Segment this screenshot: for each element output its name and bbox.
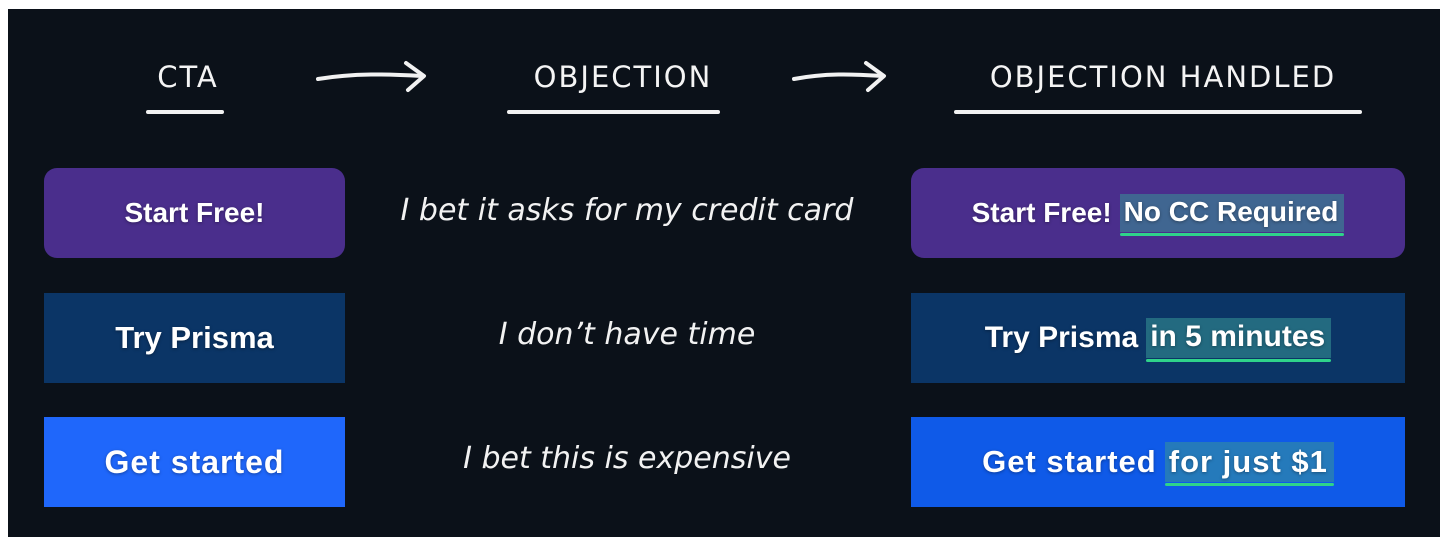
arrow-right-icon: [792, 61, 886, 92]
cta-button-try-prisma[interactable]: Try Prisma: [44, 293, 345, 383]
cta-button-label: Try Prisma: [115, 320, 274, 355]
cta-button-label: Start Free!: [124, 197, 265, 228]
objection-handler-highlight: in 5 minutes: [1146, 318, 1332, 362]
handled-button-label: Start Free!: [971, 197, 1112, 228]
cta-button-start-free[interactable]: Start Free!: [44, 168, 345, 258]
header-handled-underline: [954, 110, 1362, 114]
cta-button-get-started[interactable]: Get started: [44, 417, 345, 507]
header-cta-underline: [146, 110, 224, 114]
objection-handler-highlight: No CC Required: [1119, 194, 1345, 236]
objection-text: I don’t have time: [498, 317, 756, 352]
handled-button-label: Get started: [982, 444, 1157, 479]
diagram-canvas: CTA OBJECTION OBJECTION HANDLED Start Fr…: [8, 9, 1440, 537]
arrow-right-icon: [316, 61, 426, 92]
objection-text: I bet this is expensive: [463, 441, 791, 476]
cta-button-label: Get started: [104, 443, 285, 480]
header-objection-underline: [507, 110, 720, 114]
objection-handler-highlight: for just $1: [1164, 441, 1335, 486]
header-objection-handled: OBJECTION HANDLED: [989, 60, 1337, 94]
handled-button-label: Try Prisma: [984, 321, 1139, 354]
header-objection: OBJECTION: [533, 60, 713, 94]
objection-text: I bet it asks for my credit card: [400, 193, 854, 228]
header-cta: CTA: [157, 60, 219, 94]
handled-button-get-started[interactable]: Get started for just $1: [911, 417, 1405, 507]
handled-button-try-prisma[interactable]: Try Prisma in 5 minutes: [911, 293, 1405, 383]
handled-button-start-free[interactable]: Start Free! No CC Required: [911, 168, 1405, 258]
